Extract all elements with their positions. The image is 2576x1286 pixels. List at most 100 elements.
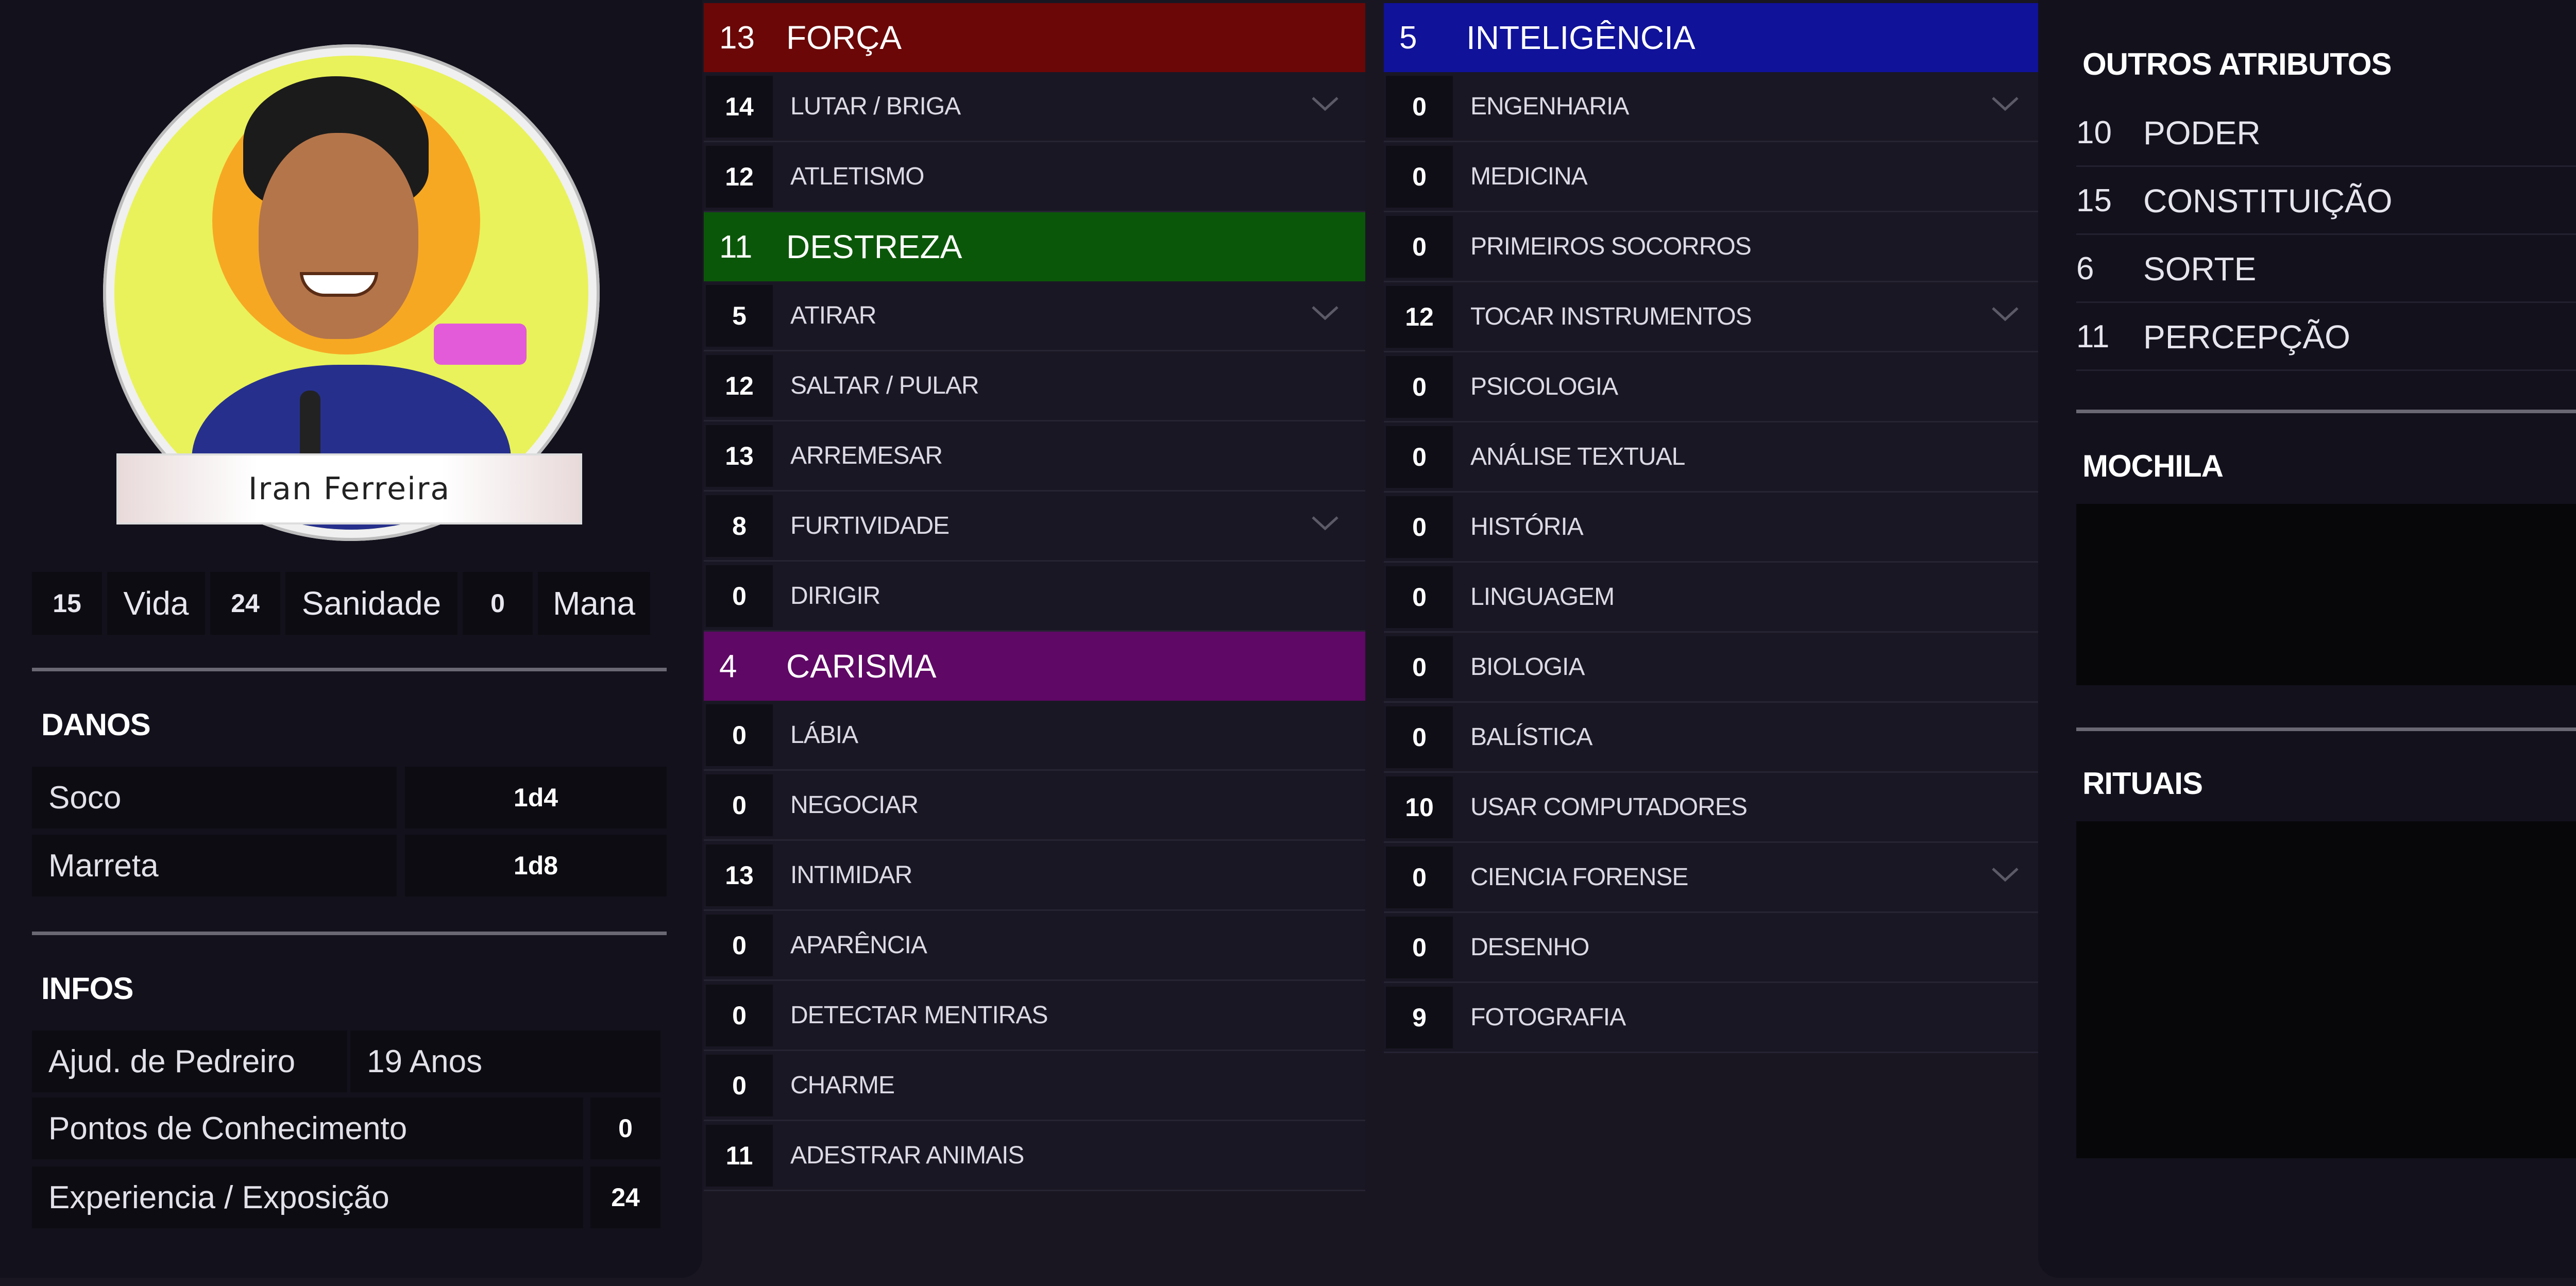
skill-row-usar-computadores[interactable]: 10 USAR COMPUTADORES (1384, 773, 2045, 843)
skill-value[interactable]: 0 (1386, 496, 1453, 558)
attribute-value[interactable]: 13 (719, 20, 786, 56)
attribute-value[interactable]: 11 (719, 229, 786, 265)
skill-row-psicologia[interactable]: 0 PSICOLOGIA (1384, 352, 2045, 422)
skill-row-negociar[interactable]: 0 NEGOCIAR (704, 771, 1365, 841)
skill-row-ciencia-forense[interactable]: 0 CIENCIA FORENSE (1384, 843, 2045, 913)
skill-row-desenho[interactable]: 0 DESENHO (1384, 913, 2045, 983)
skill-row-biologia[interactable]: 0 BIOLOGIA (1384, 633, 2045, 703)
vida-value[interactable]: 15 (32, 572, 102, 635)
skill-value[interactable]: 9 (1386, 986, 1453, 1048)
other-attribute-value[interactable]: 15 (2076, 182, 2143, 219)
skill-value[interactable]: 0 (706, 704, 773, 766)
dano-dice-marreta[interactable]: 1d8 (405, 835, 667, 896)
skill-value[interactable]: 0 (706, 1054, 773, 1116)
other-attribute-poder[interactable]: 10 PODER (2076, 100, 2576, 167)
other-attribute-name: PODER (2143, 114, 2261, 151)
skill-row-saltar-pular[interactable]: 12 SALTAR / PULAR (704, 351, 1365, 421)
skill-value[interactable]: 0 (1386, 636, 1453, 698)
skill-name: DIRIGIR (790, 582, 880, 610)
skill-row-balistica[interactable]: 0 BALÍSTICA (1384, 703, 2045, 773)
skill-value[interactable]: 0 (706, 565, 773, 627)
dano-dice-soco[interactable]: 1d4 (405, 767, 667, 828)
knowledge-points-value[interactable]: 0 (590, 1097, 660, 1159)
skill-value[interactable]: 13 (706, 844, 773, 906)
skill-row-lutar-briga[interactable]: 14 LUTAR / BRIGA (704, 72, 1365, 142)
other-attribute-percepcao[interactable]: 11 PERCEPÇÃO (2076, 304, 2576, 371)
skill-value[interactable]: 12 (706, 145, 773, 208)
skill-value[interactable]: 0 (706, 774, 773, 836)
skill-value[interactable]: 14 (706, 75, 773, 138)
skill-row-labia[interactable]: 0 LÁBIA (704, 701, 1365, 771)
chevron-down-icon[interactable] (1311, 303, 1340, 324)
skill-row-charme[interactable]: 0 CHARME (704, 1051, 1365, 1121)
skill-value[interactable]: 5 (706, 284, 773, 347)
skill-value[interactable]: 11 (706, 1124, 773, 1187)
experience-value[interactable]: 24 (590, 1166, 660, 1228)
other-attribute-constituicao[interactable]: 15 CONSTITUIÇÃO (2076, 168, 2576, 235)
skill-row-dirigir[interactable]: 0 DIRIGIR (704, 562, 1365, 632)
skill-row-atirar[interactable]: 5 ATIRAR (704, 281, 1365, 351)
attribute-value[interactable]: 5 (1399, 20, 1466, 56)
skill-row-analise-textual[interactable]: 0 ANÁLISE TEXTUAL (1384, 422, 2045, 493)
occupation-field[interactable]: Ajud. de Pedreiro (32, 1030, 347, 1092)
skill-row-arremesar[interactable]: 13 ARREMESAR (704, 421, 1365, 492)
skill-value[interactable]: 0 (1386, 846, 1453, 908)
sanidade-label: Sanidade (285, 572, 457, 635)
skill-value[interactable]: 0 (1386, 356, 1453, 418)
divider-mochila (2076, 410, 2576, 413)
skill-row-historia[interactable]: 0 HISTÓRIA (1384, 493, 2045, 563)
skill-value[interactable]: 13 (706, 425, 773, 487)
skill-row-tocar-instrumentos[interactable]: 12 TOCAR INSTRUMENTOS (1384, 282, 2045, 352)
mochila-inventory-area[interactable] (2076, 504, 2576, 685)
attribute-header-forca[interactable]: 13 FORÇA (704, 3, 1365, 72)
skill-row-medicina[interactable]: 0 MEDICINA (1384, 142, 2045, 212)
chevron-down-icon[interactable] (1991, 304, 2020, 325)
skill-row-aparencia[interactable]: 0 APARÊNCIA (704, 911, 1365, 981)
skill-value[interactable]: 0 (1386, 75, 1453, 138)
chevron-down-icon[interactable] (1991, 865, 2020, 885)
other-attribute-sorte[interactable]: 6 SORTE (2076, 236, 2576, 303)
sanidade-value[interactable]: 24 (210, 572, 280, 635)
skill-value[interactable]: 8 (706, 495, 773, 557)
divider-danos (32, 668, 667, 671)
rituais-list-area[interactable] (2076, 821, 2576, 1158)
chevron-down-icon[interactable] (1311, 94, 1340, 114)
attribute-value[interactable]: 4 (719, 648, 786, 685)
skill-row-adestrar-animais[interactable]: 11 ADESTRAR ANIMAIS (704, 1121, 1365, 1191)
character-name[interactable]: Iran Ferreira (116, 453, 582, 524)
chevron-down-icon[interactable] (1311, 513, 1340, 534)
other-attribute-value[interactable]: 10 (2076, 114, 2143, 151)
attribute-header-carisma[interactable]: 4 CARISMA (704, 632, 1365, 701)
chevron-down-icon[interactable] (1991, 94, 2020, 114)
skill-value[interactable]: 12 (706, 354, 773, 417)
skill-value[interactable]: 0 (706, 914, 773, 976)
skill-value[interactable]: 0 (1386, 916, 1453, 978)
skill-name: PSICOLOGIA (1470, 373, 1618, 400)
age-field[interactable]: 19 Anos (350, 1030, 660, 1092)
skill-value[interactable]: 0 (1386, 145, 1453, 208)
skill-row-linguagem[interactable]: 0 LINGUAGEM (1384, 563, 2045, 633)
skill-value[interactable]: 0 (1386, 426, 1453, 488)
skill-row-engenharia[interactable]: 0 ENGENHARIA (1384, 72, 2045, 142)
other-attribute-value[interactable]: 6 (2076, 250, 2143, 287)
skill-row-furtividade[interactable]: 8 FURTIVIDADE (704, 492, 1365, 562)
dano-name-soco[interactable]: Soco (32, 767, 397, 828)
skill-row-atletismo[interactable]: 12 ATLETISMO (704, 142, 1365, 212)
attribute-header-destreza[interactable]: 11 DESTREZA (704, 212, 1365, 281)
skill-value[interactable]: 12 (1386, 285, 1453, 348)
skill-value[interactable]: 0 (706, 984, 773, 1046)
skill-value[interactable]: 0 (1386, 215, 1453, 278)
skill-value[interactable]: 0 (1386, 706, 1453, 768)
skill-value[interactable]: 10 (1386, 776, 1453, 838)
attribute-header-inteligencia[interactable]: 5 INTELIGÊNCIA (1384, 3, 2045, 72)
skill-row-intimidar[interactable]: 13 INTIMIDAR (704, 841, 1365, 911)
other-attribute-value[interactable]: 11 (2076, 318, 2143, 355)
skill-value[interactable]: 0 (1386, 566, 1453, 628)
danos-title: DANOS (41, 707, 151, 742)
skill-row-fotografia[interactable]: 9 FOTOGRAFIA (1384, 983, 2045, 1053)
skill-row-detectar-mentiras[interactable]: 0 DETECTAR MENTIRAS (704, 981, 1365, 1051)
skill-row-primeiros-socorros[interactable]: 0 PRIMEIROS SOCORROS (1384, 212, 2045, 282)
mana-value[interactable]: 0 (463, 572, 533, 635)
dano-name-marreta[interactable]: Marreta (32, 835, 397, 896)
skill-name: DESENHO (1470, 934, 1589, 961)
